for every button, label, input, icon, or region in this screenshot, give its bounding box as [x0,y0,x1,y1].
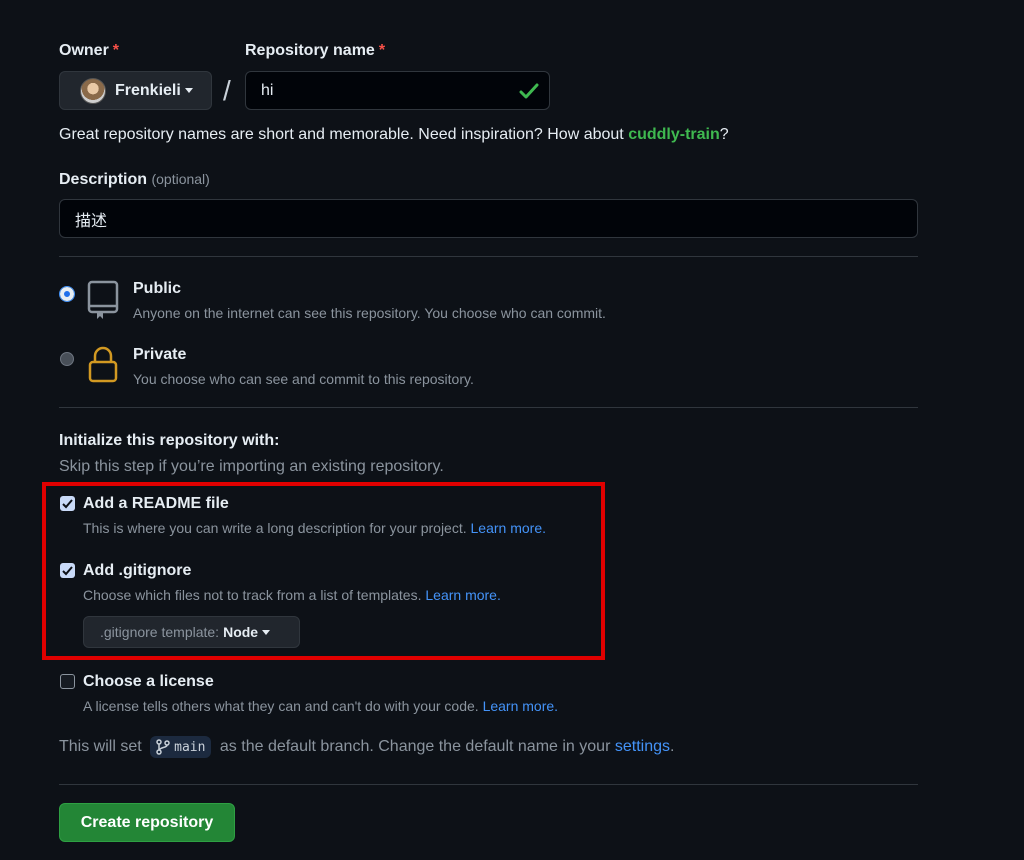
repository-name-input[interactable]: hi [245,71,550,110]
settings-link[interactable]: settings [615,738,670,755]
license-learn-more-link[interactable]: Learn more. [483,698,558,714]
license-title: Choose a license [83,673,214,690]
repository-name-label: Repository name * [245,42,386,59]
public-radio[interactable] [59,286,75,302]
public-title: Public [133,280,182,297]
repo-icon [87,280,119,319]
owner-name: Frenkieli [115,81,181,99]
check-icon [519,83,539,99]
name-suggestion-link[interactable]: cuddly-train [628,126,720,143]
private-radio[interactable] [60,352,74,366]
license-description: A license tells others what they can and… [83,698,559,714]
avatar [80,77,106,104]
branch-name-pill: main [150,736,212,758]
annotation-highlight-box [42,482,605,660]
default-branch-text: This will set main as the default branch… [59,736,674,758]
public-description: Anyone on the internet can see this repo… [133,305,606,321]
divider [59,407,918,408]
owner-label: Owner * [59,42,120,59]
git-branch-icon [156,739,170,755]
owner-dropdown-button[interactable]: Frenkieli [59,71,212,110]
init-heading: Initialize this repository with: [59,432,280,449]
divider [59,784,918,785]
repository-name-hint: Great repository names are short and mem… [59,126,729,143]
private-description: You choose who can see and commit to thi… [133,371,474,387]
init-subheading: Skip this step if you’re importing an ex… [59,458,444,475]
description-label: Description (optional) [59,171,210,188]
description-input[interactable]: 描述 [59,199,918,238]
description-value: 描述 [75,212,108,230]
private-title: Private [133,346,187,363]
license-checkbox[interactable] [60,674,75,689]
create-repository-button[interactable]: Create repository [59,803,235,842]
owner-repo-separator: / [223,75,231,106]
repository-name-value: hi [261,81,274,99]
caret-down-icon [184,88,193,93]
divider [59,256,918,257]
lock-icon [88,346,118,383]
